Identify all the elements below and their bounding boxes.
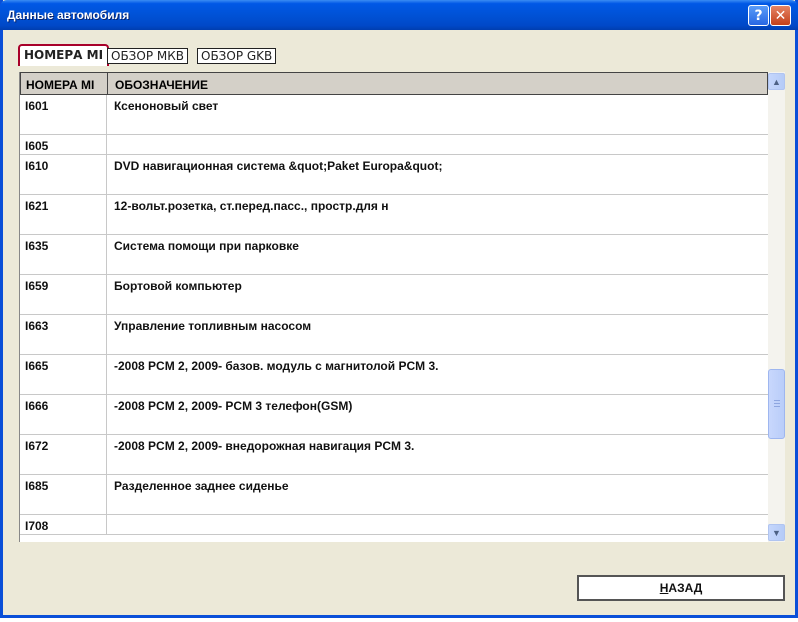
- title-bar[interactable]: Данные автомобиля ? ✕: [0, 0, 798, 30]
- tab-label: ОБЗОР МКВ: [111, 49, 184, 63]
- cell-description: Управление топливным насосом: [114, 319, 312, 333]
- cell-code: I665: [25, 359, 49, 373]
- table-row[interactable]: I663 Управление топливным насосом: [20, 315, 768, 355]
- table-row[interactable]: I659 Бортовой компьютер: [20, 275, 768, 315]
- cell-description: 12-вольт.розетка, ст.перед.пасс., простр…: [114, 199, 389, 213]
- cell-code: I621: [25, 199, 49, 213]
- scroll-down-button[interactable]: ▼: [768, 524, 785, 541]
- window-title: Данные автомобиля: [7, 8, 130, 22]
- cell-code: I685: [25, 479, 49, 493]
- cell-code: I672: [25, 439, 49, 453]
- scroll-thumb[interactable]: [768, 369, 785, 439]
- cell-description: Разделенное заднее сиденье: [114, 479, 289, 493]
- table-body: I601 Ксеноновый свет I605 I610 DVD навигац…: [20, 95, 768, 535]
- grip-line: [774, 403, 780, 404]
- cell-code: I708: [25, 519, 49, 533]
- table-row[interactable]: I621 12-вольт.розетка, ст.перед.пасс., пр…: [20, 195, 768, 235]
- table-row[interactable]: I610 DVD навигационная система &quot;Pake…: [20, 155, 768, 195]
- chevron-down-icon: ▼: [772, 527, 781, 538]
- cell-description: Бортовой компьютер: [114, 279, 242, 293]
- table-row[interactable]: I605: [20, 135, 768, 155]
- tab-label: НОМЕРА MI: [24, 48, 104, 62]
- table-row[interactable]: I635 Система помощи при парковке: [20, 235, 768, 275]
- back-button-hotkey: Н: [659, 581, 669, 595]
- close-button[interactable]: ✕: [770, 5, 791, 26]
- cell-description: Ксеноновый свет: [114, 99, 219, 113]
- table-row[interactable]: I685 Разделенное заднее сиденье: [20, 475, 768, 515]
- tab-gkb-overview[interactable]: ОБЗОР GKB: [197, 48, 277, 64]
- cell-code: I666: [25, 399, 49, 413]
- options-table-container: НОМЕРА MI ОБОЗНАЧЕНИЕ I601 Ксеноновый све…: [19, 72, 785, 542]
- grip-line: [774, 400, 780, 401]
- column-divider[interactable]: [107, 73, 108, 95]
- table-row[interactable]: I666 -2008 PCM 2, 2009- PCM 3 телефон(GSM…: [20, 395, 768, 435]
- cell-code: I601: [25, 99, 49, 113]
- cell-description: -2008 PCM 2, 2009- внедорожная навигация…: [114, 439, 415, 453]
- cell-code: I659: [25, 279, 49, 293]
- cell-code: I635: [25, 239, 49, 253]
- column-header-description[interactable]: ОБОЗНАЧЕНИЕ: [115, 78, 208, 92]
- table-row[interactable]: I665 -2008 PCM 2, 2009- базов. модуль с м…: [20, 355, 768, 395]
- cell-description: -2008 PCM 2, 2009- базов. модуль с магни…: [114, 359, 439, 373]
- cell-code: I610: [25, 159, 49, 173]
- help-icon: ?: [754, 7, 763, 24]
- table-header: НОМЕРА MI ОБОЗНАЧЕНИЕ: [20, 72, 768, 95]
- scroll-up-button[interactable]: ▲: [768, 73, 785, 90]
- vertical-scrollbar[interactable]: ▲ ▼: [768, 72, 785, 542]
- cell-description: -2008 PCM 2, 2009- PCM 3 телефон(GSM): [114, 399, 353, 413]
- table-row[interactable]: I601 Ксеноновый свет: [20, 95, 768, 135]
- close-icon: ✕: [774, 7, 787, 24]
- cell-description: DVD навигационная система &quot;Paket Eu…: [114, 159, 443, 173]
- cell-code: I605: [25, 139, 49, 153]
- column-header-code[interactable]: НОМЕРА MI: [26, 78, 94, 92]
- cell-code: I663: [25, 319, 49, 333]
- chevron-up-icon: ▲: [772, 76, 781, 87]
- tab-label: ОБЗОР GKB: [201, 49, 273, 63]
- vehicle-data-window: Данные автомобиля ? ✕ НОМЕРА MI ОБЗОР МК…: [0, 0, 798, 618]
- back-button-label: АЗАД: [668, 581, 703, 595]
- tab-mi-numbers[interactable]: НОМЕРА MI: [18, 44, 110, 66]
- tab-mkb-overview[interactable]: ОБЗОР МКВ: [107, 48, 188, 64]
- table-row[interactable]: I672 -2008 PCM 2, 2009- внедорожная навиг…: [20, 435, 768, 475]
- table-row[interactable]: I708: [20, 515, 768, 535]
- background-window-edge: [0, 618, 798, 622]
- grip-line: [774, 406, 780, 407]
- options-table: НОМЕРА MI ОБОЗНАЧЕНИЕ I601 Ксеноновый све…: [20, 72, 768, 542]
- back-button[interactable]: Н АЗАД: [577, 575, 785, 601]
- cell-description: Система помощи при парковке: [114, 239, 299, 253]
- help-button[interactable]: ?: [748, 5, 769, 26]
